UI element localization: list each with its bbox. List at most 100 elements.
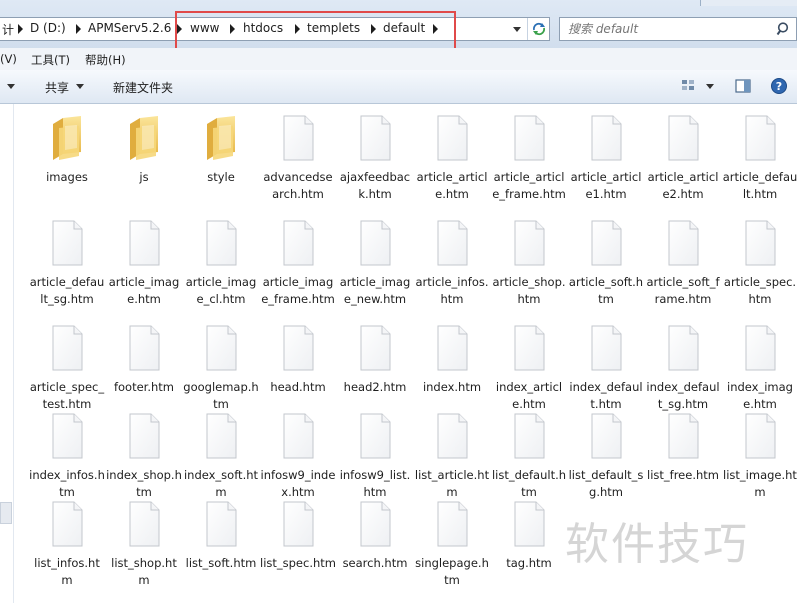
address-history-dropdown-icon[interactable] [513,27,521,32]
file-icon [511,412,547,460]
breadcrumb-computer[interactable]: 计 [2,21,14,38]
file-name-label: article_soft.htm [568,275,644,306]
file-name-label: index_shop.htm [106,468,182,499]
file-icon [280,324,316,372]
file-name-label: index.htm [422,380,482,394]
file-name-label: index_image.htm [727,380,793,411]
view-dropdown-icon[interactable] [706,84,714,89]
file-name-label: infosw9_index.htm [260,468,336,499]
file-icon [49,219,85,267]
file-name-label: article_soft_frame.htm [646,275,720,306]
folder-icon [203,114,239,162]
search-icon[interactable] [776,21,792,37]
file-icon [357,219,393,267]
watermark-text: 软件技巧 [565,519,749,570]
file-icon [49,500,85,548]
file-name-label: article_infos.htm [415,275,489,306]
file-name-label: article_shop.htm [492,275,566,306]
file-name-label: head.htm [270,380,326,394]
file-name-label: tag.htm [506,556,552,570]
file-icon [665,412,701,460]
file-name-label: advancedsearch.htm [263,170,333,201]
share-button[interactable]: 共享 [45,79,69,96]
file-icon [511,114,547,162]
file-icon [280,219,316,267]
file-name-label: article_article_frame.htm [492,170,566,201]
file-icon [588,219,624,267]
file-name-label: index_default.htm [569,380,643,411]
file-name-label: list_spec.htm [260,556,336,570]
file-icon [511,324,547,372]
menu-tools[interactable]: 工具(T) [31,52,70,68]
file-name-label: images [46,170,88,184]
file-icon [49,324,85,372]
file-icon [357,412,393,460]
file-name-label: article_article1.htm [570,170,642,201]
file-icon [357,324,393,372]
file-icon [126,500,162,548]
view-options-icon[interactable] [680,77,698,95]
organize-dropdown-icon[interactable] [7,84,15,89]
file-name-label: article_default.htm [722,170,797,201]
search-input[interactable] [568,20,768,38]
file-name-label: index_infos.htm [29,468,105,499]
file-name-label: list_free.htm [647,468,719,482]
command-toolbar: 共享 新建文件夹 ? [0,70,797,104]
file-icon [511,219,547,267]
file-icon [434,219,470,267]
svg-text:?: ? [776,80,782,93]
breadcrumb-drive-d[interactable]: D (D:) [30,21,66,35]
file-icon [126,412,162,460]
file-name-label: style [207,170,235,184]
file-name-label: index_article.htm [495,380,563,411]
file-icon [742,219,778,267]
breadcrumb-apmserv[interactable]: APMServ5.2.6 [88,21,171,35]
search-box[interactable] [559,17,797,41]
file-icon [49,412,85,460]
file-icon [203,324,239,372]
new-folder-button[interactable]: 新建文件夹 [113,79,173,96]
navigation-pane[interactable] [0,104,14,603]
file-name-label: list_default.htm [491,468,567,499]
file-name-label: list_soft.htm [185,556,257,570]
file-icon [742,324,778,372]
file-icon [665,114,701,162]
file-icon [434,500,470,548]
file-icon [434,114,470,162]
file-name-label: footer.htm [113,380,175,394]
file-icon [203,500,239,548]
file-name-label: infosw9_list.htm [339,468,411,499]
navigation-scrollbar[interactable] [0,502,12,524]
folder-icon [49,114,85,162]
file-name-label: list_image.htm [723,468,797,499]
help-icon[interactable]: ? [770,77,788,95]
menu-help[interactable]: 帮助(H) [85,52,126,68]
menu-bar: (V) 工具(T) 帮助(H) [0,48,797,70]
file-icon [280,412,316,460]
file-name-label: head2.htm [343,380,407,394]
window-tab-edge [700,0,797,6]
file-icon [203,219,239,267]
file-icon [588,412,624,460]
file-name-label: article_image_frame.htm [261,275,335,306]
breadcrumb-separator-icon[interactable] [76,24,81,34]
file-name-label: list_default_sg.htm [568,468,644,499]
menu-view[interactable]: (V) [0,52,17,66]
file-icon [742,114,778,162]
file-name-label: singlepage.htm [415,556,489,587]
file-name-label: index_default_sg.htm [646,380,720,411]
file-name-label: article_article.htm [416,170,488,201]
refresh-icon[interactable] [527,18,549,40]
file-icon [126,219,162,267]
file-icon [126,324,162,372]
folder-icon [126,114,162,162]
breadcrumb-separator-icon[interactable] [18,24,23,34]
preview-pane-icon[interactable] [734,77,752,95]
share-dropdown-icon[interactable] [76,84,84,89]
file-icon [511,500,547,548]
file-icon [742,412,778,460]
file-name-label: list_infos.htm [34,556,100,587]
file-name-label: googlemap.htm [183,380,259,411]
file-name-label: ajaxfeedback.htm [339,170,411,201]
file-name-label: article_image_cl.htm [185,275,257,306]
